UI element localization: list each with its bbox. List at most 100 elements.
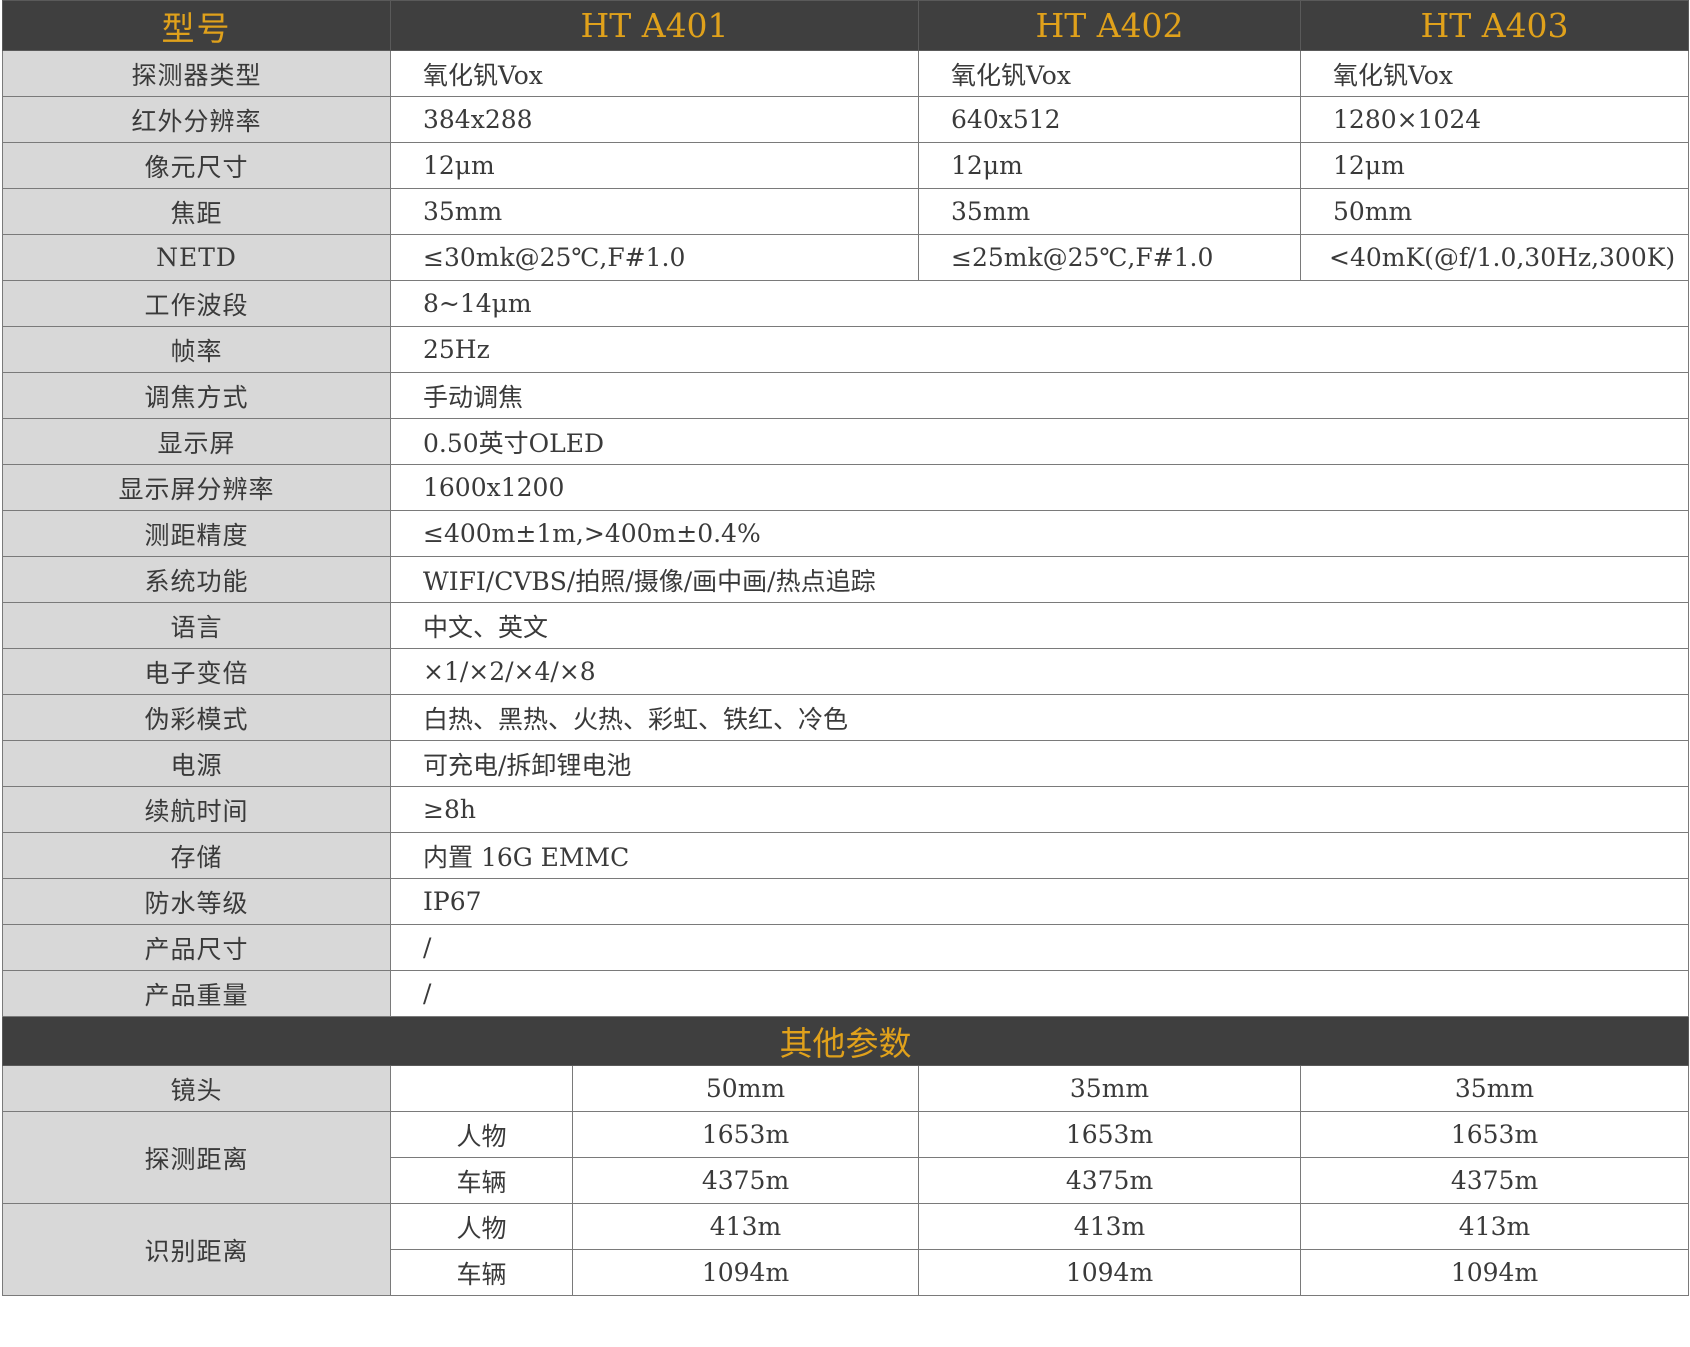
lens-value-a402: 35mm [918,1065,1302,1112]
spec-label: 电子变倍 [2,648,391,695]
spec-row-digital-zoom: 电子变倍 ×1/×2/×4/×8 [2,648,1690,695]
spec-label: 系统功能 [2,556,391,603]
recognition-value-a401: 413m [571,1203,920,1250]
recognition-value-a401: 1094m [571,1249,920,1296]
spec-label: 调焦方式 [2,372,391,419]
detection-value-a402: 4375m [918,1157,1302,1204]
spec-label: 像元尺寸 [2,142,391,189]
spec-row-frame-rate: 帧率 25Hz [2,326,1690,373]
spec-label: 续航时间 [2,786,391,833]
spec-value-a401: 12μm [389,142,920,189]
spec-row-display: 显示屏 0.50英寸OLED [2,418,1690,465]
spec-row-product-size: 产品尺寸 / [2,924,1690,971]
spec-value: IP67 [389,878,1690,925]
spec-value-a402: ≤25mk@25℃,F#1.0 [918,234,1302,281]
spec-label: 显示屏分辨率 [2,464,391,511]
detection-range-label: 探测距离 [2,1111,391,1204]
spec-label: 显示屏 [2,418,391,465]
spec-value: 中文、英文 [389,602,1690,649]
spec-row-storage: 存储 内置 16G EMMC [2,832,1690,879]
spec-row-system-functions: 系统功能 WIFI/CVBS/拍照/摄像/画中画/热点追踪 [2,556,1690,603]
spec-row-language: 语言 中文、英文 [2,602,1690,649]
other-params-title: 其他参数 [1,1016,1690,1066]
spec-row-ir-resolution: 红外分辨率 384x288 640x512 1280×1024 [2,96,1690,143]
spec-row-ranging-accuracy: 测距精度 ≤400m±1m,>400m±0.4% [2,510,1690,557]
lens-blank-cell [390,1065,573,1112]
target-label-person: 人物 [390,1111,573,1158]
target-label-vehicle: 车辆 [390,1157,573,1204]
detection-value-a403: 4375m [1300,1157,1690,1204]
spec-row-power: 电源 可充电/拆卸锂电池 [2,740,1690,787]
spec-label: 存储 [2,832,391,879]
other-params-header-row: 其他参数 [1,1016,1690,1066]
spec-value: 手动调焦 [389,372,1690,419]
spec-label: NETD [2,234,391,281]
spec-value: 可充电/拆卸锂电池 [389,740,1690,787]
detection-row-person: 探测距离 人物 1653m 1653m 1653m [2,1111,1690,1204]
model-header-a402: HT A402 [918,0,1302,51]
spec-value: WIFI/CVBS/拍照/摄像/画中画/热点追踪 [389,556,1690,603]
spec-label: 焦距 [2,188,391,235]
target-label-person: 人物 [390,1203,573,1250]
spec-label: 产品重量 [2,970,391,1017]
spec-label: 帧率 [2,326,391,373]
spec-value-a402: 35mm [918,188,1302,235]
model-header-a401: HT A401 [389,0,920,51]
recognition-value-a403: 1094m [1300,1249,1690,1296]
spec-row-detector: 探测器类型 氧化钒Vox 氧化钒Vox 氧化钒Vox [2,50,1690,97]
spec-row-battery-life: 续航时间 ≥8h [2,786,1690,833]
spec-label: 伪彩模式 [2,694,391,741]
detection-value-a402: 1653m [918,1111,1302,1158]
spec-value-a403: <40mK(@f/1.0,30Hz,300K) [1300,234,1690,281]
detection-value-a403: 1653m [1300,1111,1690,1158]
spec-table: 型号 HT A401 HT A402 HT A403 探测器类型 氧化钒Vox … [1,0,1690,1296]
spec-value-a403: 12μm [1300,142,1690,189]
lens-value-a403: 35mm [1300,1065,1690,1112]
spec-row-color-palette: 伪彩模式 白热、黑热、火热、彩虹、铁红、冷色 [2,694,1690,741]
lens-row: 镜头 50mm 35mm 35mm [2,1065,1690,1112]
spec-value: 0.50英寸OLED [389,418,1690,465]
spec-value-a403: 50mm [1300,188,1690,235]
spec-value-a401: 384x288 [389,96,920,143]
detection-value-a401: 4375m [571,1157,920,1204]
spec-value-a401: 35mm [389,188,920,235]
spec-row-focal-length: 焦距 35mm 35mm 50mm [2,188,1690,235]
spec-row-waveband: 工作波段 8~14μm [2,280,1690,327]
spec-label: 语言 [2,602,391,649]
model-header-label: 型号 [2,0,391,51]
spec-label: 工作波段 [2,280,391,327]
recognition-row-person: 识别距离 人物 413m 413m 413m [2,1203,1690,1296]
spec-value: 8~14μm [389,280,1690,327]
spec-row-product-weight: 产品重量 / [2,970,1690,1017]
lens-label: 镜头 [2,1065,391,1112]
spec-label: 测距精度 [2,510,391,557]
spec-value-a401: 氧化钒Vox [389,50,920,97]
spec-label: 产品尺寸 [2,924,391,971]
spec-value-a402: 640x512 [918,96,1302,143]
spec-row-waterproof: 防水等级 IP67 [2,878,1690,925]
spec-value: ≥8h [389,786,1690,833]
spec-label: 防水等级 [2,878,391,925]
spec-label: 电源 [2,740,391,787]
recognition-value-a402: 1094m [918,1249,1302,1296]
recognition-value-a402: 413m [918,1203,1302,1250]
spec-value: ×1/×2/×4/×8 [389,648,1690,695]
spec-label: 红外分辨率 [2,96,391,143]
spec-value-a403: 氧化钒Vox [1300,50,1690,97]
spec-value-a403: 1280×1024 [1300,96,1690,143]
spec-value-a402: 氧化钒Vox [918,50,1302,97]
spec-value: 内置 16G EMMC [389,832,1690,879]
spec-row-display-resolution: 显示屏分辨率 1600x1200 [2,464,1690,511]
spec-value: 白热、黑热、火热、彩虹、铁红、冷色 [389,694,1690,741]
spec-value: / [389,924,1690,971]
target-label-vehicle: 车辆 [390,1249,573,1296]
lens-value-a401: 50mm [571,1065,920,1112]
spec-row-pixel-size: 像元尺寸 12μm 12μm 12μm [2,142,1690,189]
spec-value-a401: ≤30mk@25℃,F#1.0 [389,234,920,281]
spec-row-netd: NETD ≤30mk@25℃,F#1.0 ≤25mk@25℃,F#1.0 <40… [2,234,1690,281]
detection-value-a401: 1653m [571,1111,920,1158]
spec-value: 25Hz [389,326,1690,373]
recognition-value-a403: 413m [1300,1203,1690,1250]
spec-value: 1600x1200 [389,464,1690,511]
spec-label: 探测器类型 [2,50,391,97]
